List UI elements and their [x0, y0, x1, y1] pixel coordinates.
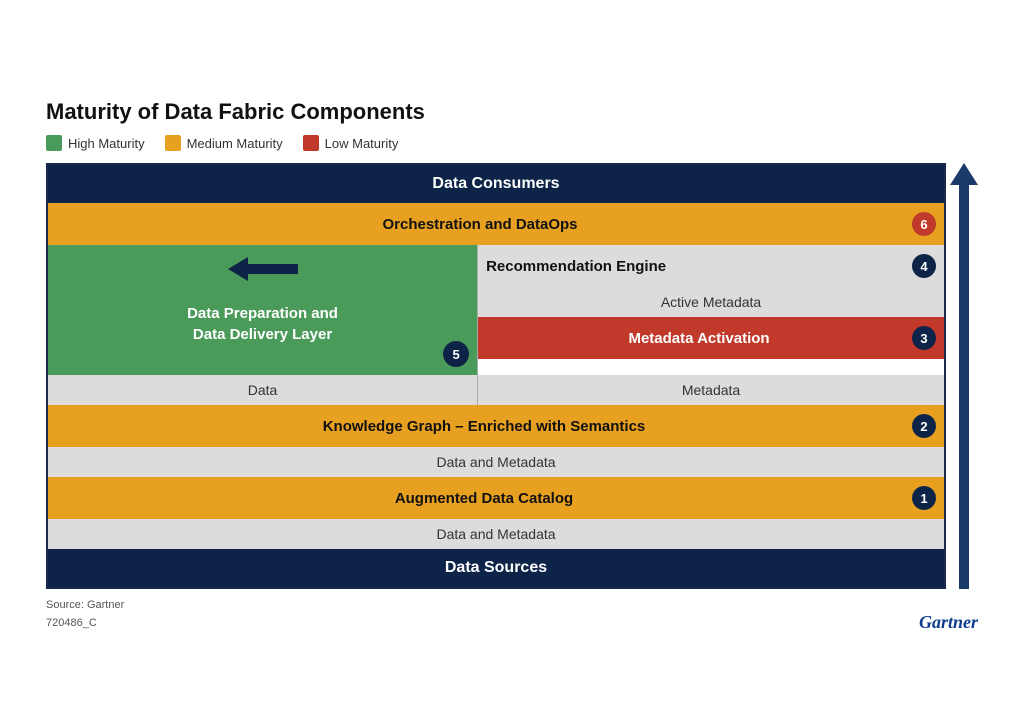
- data-metadata-1-label: Data and Metadata: [436, 454, 555, 470]
- metadata-activation-label: Metadata Activation: [486, 330, 912, 347]
- rec-engine-label: Recommendation Engine: [486, 258, 666, 275]
- low-maturity-label: Low Maturity: [325, 136, 399, 151]
- data-sources-row: Data Sources: [48, 549, 944, 587]
- split-main-row: Data Preparation and Data Delivery Layer…: [48, 245, 944, 375]
- high-maturity-box: [46, 135, 62, 151]
- code-label: 720486_C: [46, 615, 978, 633]
- data-consumers-row: Data Consumers: [48, 165, 944, 203]
- diagram: Data Consumers Orchestration and DataOps…: [46, 163, 946, 589]
- augmented-catalog-label: Augmented Data Catalog: [56, 490, 912, 507]
- inner-arrow: [228, 257, 298, 281]
- metadata-label: Metadata: [478, 375, 944, 405]
- legend-high: High Maturity: [46, 135, 145, 151]
- arrow-shaft-horiz: [248, 264, 298, 274]
- active-metadata-row: Active Metadata: [478, 287, 944, 317]
- augmented-catalog-badge: 1: [912, 486, 936, 510]
- source-label: Source: Gartner: [46, 597, 978, 615]
- right-section: Recommendation Engine 4 Active Metadata …: [478, 245, 944, 375]
- legend: High Maturity Medium Maturity Low Maturi…: [46, 135, 978, 151]
- diagram-wrapper: Data Consumers Orchestration and DataOps…: [46, 163, 978, 589]
- legend-low: Low Maturity: [303, 135, 399, 151]
- medium-maturity-box: [165, 135, 181, 151]
- knowledge-graph-row: Knowledge Graph – Enriched with Semantic…: [48, 405, 944, 447]
- data-prep-block: Data Preparation and Data Delivery Layer…: [48, 245, 477, 375]
- high-maturity-label: High Maturity: [68, 136, 145, 151]
- arrow-head-left: [228, 257, 248, 281]
- data-metadata-2-row: Data and Metadata: [48, 519, 944, 549]
- rec-engine-badge: 4: [912, 254, 936, 278]
- data-sources-label: Data Sources: [445, 559, 547, 576]
- legend-medium: Medium Maturity: [165, 135, 283, 151]
- knowledge-graph-label: Knowledge Graph – Enriched with Semantic…: [56, 418, 912, 435]
- footnote: Source: Gartner 720486_C: [46, 597, 978, 632]
- medium-maturity-label: Medium Maturity: [187, 136, 283, 151]
- orchestration-badge: 6: [912, 212, 936, 236]
- gartner-logo: Gartner: [919, 612, 978, 633]
- data-label: Data: [48, 375, 478, 405]
- data-metadata-1-row: Data and Metadata: [48, 447, 944, 477]
- orchestration-row: Orchestration and DataOps 6: [48, 203, 944, 245]
- rec-engine-row: Recommendation Engine 4: [478, 245, 944, 287]
- right-arrow: [950, 163, 978, 589]
- data-prep-badge: 5: [443, 341, 469, 367]
- data-prep-label: Data Preparation and Data Delivery Layer: [187, 303, 338, 345]
- metadata-activation-badge: 3: [912, 326, 936, 350]
- knowledge-graph-badge: 2: [912, 414, 936, 438]
- low-maturity-box: [303, 135, 319, 151]
- arrow-shaft-vert: [959, 185, 969, 589]
- augmented-catalog-row: Augmented Data Catalog 1: [48, 477, 944, 519]
- page-title: Maturity of Data Fabric Components: [46, 99, 978, 125]
- data-consumers-label: Data Consumers: [432, 175, 559, 192]
- metadata-activation-row: Metadata Activation 3: [478, 317, 944, 359]
- data-metadata-split-row: Data Metadata: [48, 375, 944, 405]
- orchestration-label: Orchestration and DataOps: [56, 216, 904, 233]
- active-metadata-label: Active Metadata: [661, 294, 761, 310]
- data-prep-section: Data Preparation and Data Delivery Layer…: [48, 245, 478, 375]
- main-card: Maturity of Data Fabric Components High …: [22, 79, 1002, 648]
- arrow-head-up: [950, 163, 978, 185]
- data-metadata-2-label: Data and Metadata: [436, 526, 555, 542]
